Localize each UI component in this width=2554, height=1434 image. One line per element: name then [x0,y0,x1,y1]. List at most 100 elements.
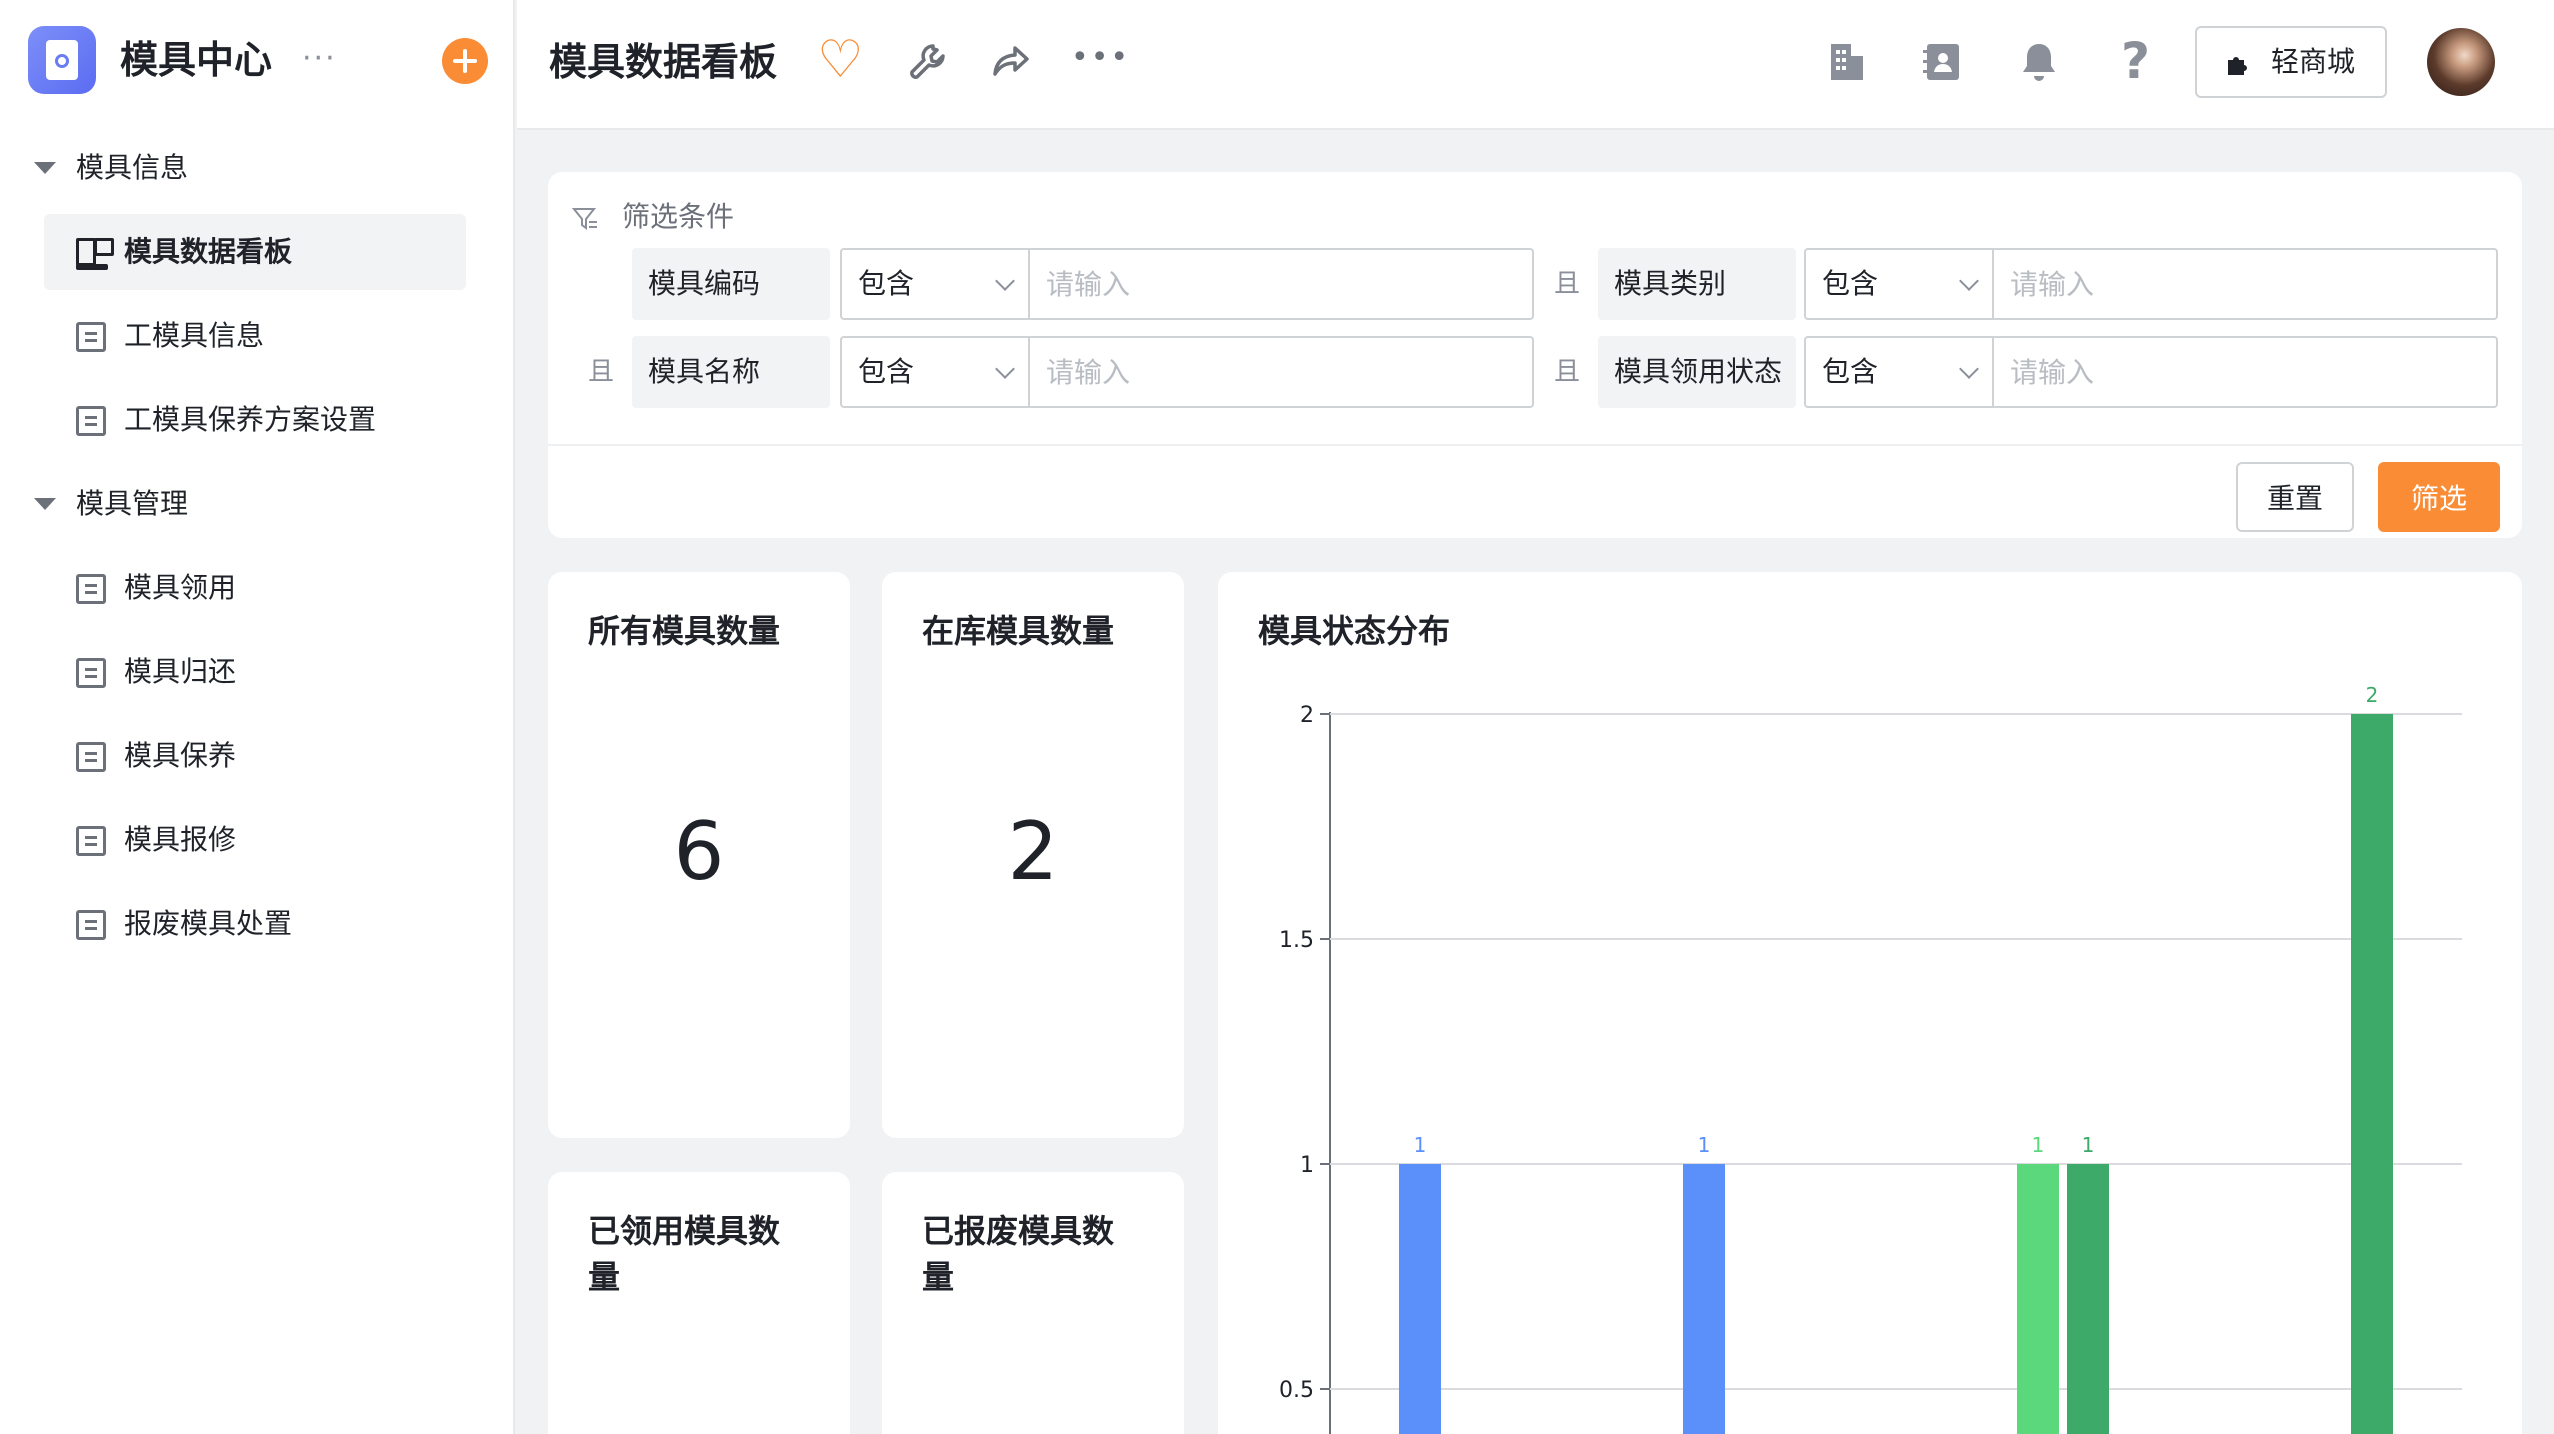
operator-value: 包含 [1822,267,1879,300]
top-bar: 模具数据看板 轻商城 [517,0,2554,130]
filter-field-mould-code: 模具编码 [632,248,830,320]
sidebar-group-label: 模具管理 [76,487,189,520]
more-options-icon[interactable] [1071,38,1130,86]
status-distribution-chart-card: 模具状态分布 0.5 1 1.5 2 1 1 1 1 2 [1218,572,2522,1434]
filter-field-mould-category: 模具类别 [1598,248,1796,320]
bell-icon[interactable] [2015,38,2063,86]
filter-icon [572,208,597,230]
filter-submit-button[interactable]: 筛选 [2378,462,2500,532]
and-label: 且 [1554,357,1581,387]
filter-field-checkout-status: 模具领用状态 [1598,336,1796,408]
favorite-heart-icon[interactable] [817,30,865,90]
chevron-down-icon [995,359,1015,379]
stat-card-value: 6 [673,805,725,898]
filter-panel: 筛选条件 模具编码 包含 且 模具类别 包含 且 模具名称 包含 且 模具领用状… [548,172,2522,538]
divider [548,444,2522,446]
filter-value-input[interactable] [1030,248,1534,320]
form-icon [76,406,106,436]
form-icon [76,322,106,352]
sidebar-item-label: 模具归还 [124,655,237,688]
stat-card-scrapped: 已报废模具数量 [882,1172,1184,1434]
and-label: 且 [588,357,615,387]
filter-operator-select[interactable]: 包含 [840,336,1030,408]
sidebar-item-maintenance[interactable]: 模具保养 [44,718,466,794]
status-distribution-chart: 0.5 1 1.5 2 1 1 1 1 2 [1279,683,2462,1434]
sidebar-item-checkout[interactable]: 模具领用 [44,550,466,626]
app-logo-icon [28,26,96,94]
bar-value-label: 1 [1698,1133,1711,1157]
sidebar-item-scrap[interactable]: 报废模具处置 [44,886,466,962]
sidebar-item-label: 模具数据看板 [124,235,293,268]
stat-card-title: 已领用模具数量 [588,1212,781,1296]
stat-card-in-stock: 在库模具数量 2 [882,572,1184,1138]
help-icon[interactable] [2111,32,2159,90]
form-icon [76,826,106,856]
filter-row: 且 模具名称 包含 且 模具领用状态 包含 [548,336,2522,408]
sidebar-item-label: 模具保养 [124,739,237,772]
stat-card-checked-out: 已领用模具数量 [548,1172,850,1434]
chevron-down-icon [995,271,1015,291]
y-tick-label: 0.5 [1279,1378,1314,1403]
reset-button[interactable]: 重置 [2236,462,2354,532]
sidebar-item-repair[interactable]: 模具报修 [44,802,466,878]
filter-operator-select[interactable]: 包含 [840,248,1030,320]
filter-field-mould-name: 模具名称 [632,336,830,408]
chart-bar [2067,1164,2109,1434]
stat-card-value: 2 [1007,805,1059,898]
building-icon[interactable] [1823,38,1871,86]
sidebar-group-label: 模具信息 [76,151,189,184]
sidebar-group-mould-management[interactable]: 模具管理 [0,474,515,534]
filter-value-input[interactable] [1030,336,1534,408]
bar-value-label: 1 [1414,1133,1427,1157]
wrench-icon[interactable] [903,38,951,86]
bar-value-label: 2 [2366,683,2379,707]
sidebar-item-tool-info[interactable]: 工模具信息 [44,298,466,374]
chart-bar [1399,1164,1441,1434]
bar-value-label: 1 [2082,1133,2095,1157]
sidebar-item-label: 工模具保养方案设置 [124,403,377,436]
sidebar-item-return[interactable]: 模具归还 [44,634,466,710]
stat-card-total: 所有模具数量 6 [548,572,850,1138]
add-icon[interactable] [442,38,488,84]
chevron-down-icon [1959,359,1979,379]
form-icon [76,658,106,688]
app-more-icon[interactable]: ··· [302,34,337,84]
filter-operator-select[interactable]: 包含 [1804,248,1994,320]
y-tick-label: 1.5 [1279,928,1314,953]
dashboard-icon [76,238,114,270]
chart-bar [2351,714,2393,1434]
app-title: 模具中心 [120,38,273,82]
filter-operator-select[interactable]: 包含 [1804,336,1994,408]
filter-title: 筛选条件 [622,200,735,233]
operator-value: 包含 [858,267,915,300]
caret-down-icon [34,498,56,510]
user-avatar[interactable] [2427,28,2495,96]
app-header: 模具中心 ··· [0,0,515,120]
filter-value-input[interactable] [1994,336,2498,408]
chart-bar [1683,1164,1725,1434]
mall-button[interactable]: 轻商城 [2195,26,2387,98]
sidebar-item-maintenance-plan[interactable]: 工模具保养方案设置 [44,382,466,458]
chart-bar [2017,1164,2059,1434]
sidebar-group-mould-info[interactable]: 模具信息 [0,138,515,198]
sidebar-item-label: 工模具信息 [124,319,265,352]
puzzle-icon [2228,57,2247,75]
y-tick-label: 1 [1300,1153,1314,1178]
contacts-icon[interactable] [1919,38,1967,86]
operator-value: 包含 [1822,355,1879,388]
y-tick-label: 2 [1300,703,1314,728]
stat-card-title: 所有模具数量 [588,612,781,650]
page-title: 模具数据看板 [549,40,778,84]
mall-button-label: 轻商城 [2271,45,2356,78]
sidebar-item-dashboard[interactable]: 模具数据看板 [44,214,466,290]
operator-value: 包含 [858,355,915,388]
chevron-down-icon [1959,271,1979,291]
caret-down-icon [34,162,56,174]
and-label: 且 [1554,269,1581,299]
sidebar: 模具中心 ··· 模具信息 模具数据看板 工模具信息 工模具保养方案设置 模具管… [0,0,515,1434]
form-icon [76,742,106,772]
form-icon [76,574,106,604]
filter-value-input[interactable] [1994,248,2498,320]
sidebar-item-label: 模具报修 [124,823,237,856]
share-icon[interactable] [987,38,1035,86]
